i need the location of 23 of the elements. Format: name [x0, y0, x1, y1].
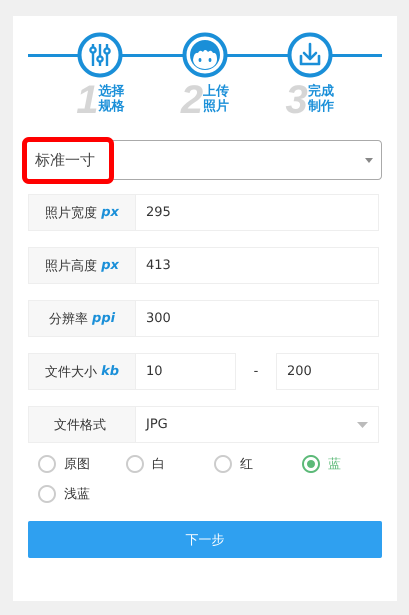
- background-radio[interactable]: 红: [214, 455, 302, 473]
- format-select[interactable]: JPG: [136, 406, 379, 443]
- background-radio[interactable]: 原图: [38, 455, 126, 473]
- step-label: 完成 制作: [308, 85, 334, 115]
- caret-icon: [365, 158, 373, 162]
- field-label: 分辨率 ppi: [28, 300, 136, 337]
- field-label: 照片宽度 px: [28, 194, 136, 231]
- field-label: 文件大小 kb: [28, 353, 136, 390]
- field-label: 照片高度 px: [28, 247, 136, 284]
- background-radio[interactable]: 白: [126, 455, 214, 473]
- field-label: 文件格式: [28, 406, 136, 443]
- size-value: 标准一寸: [27, 142, 109, 178]
- caret-icon: [357, 422, 368, 428]
- step-label: 上传 照片: [203, 85, 230, 115]
- step-label: 选择 规格: [98, 85, 124, 115]
- input-field[interactable]: 300: [136, 300, 379, 337]
- input-field[interactable]: 200: [276, 353, 379, 390]
- input-field[interactable]: 10: [136, 353, 236, 390]
- input-field[interactable]: 413: [136, 247, 379, 284]
- input-field[interactable]: 295: [136, 194, 379, 231]
- size-select[interactable]: 标准一寸: [28, 140, 382, 180]
- range-separator: -: [252, 364, 260, 379]
- background-radio[interactable]: 浅蓝: [38, 485, 126, 503]
